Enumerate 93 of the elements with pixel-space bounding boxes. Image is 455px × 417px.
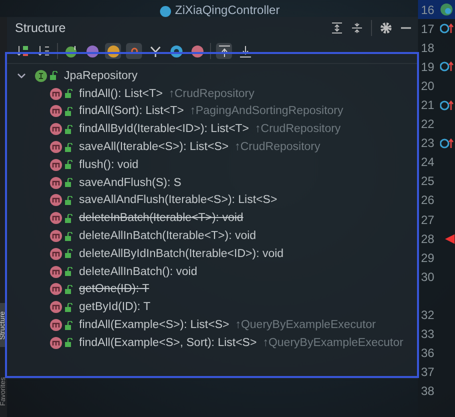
method-icon	[50, 319, 62, 332]
override-icon[interactable]	[440, 138, 454, 149]
line-number: 23	[421, 136, 436, 150]
method-icon	[50, 105, 62, 118]
method-icon	[50, 230, 62, 242]
inherited-from: ↑QueryByExampleExecutor	[235, 319, 376, 332]
leaf-icon[interactable]	[440, 3, 453, 16]
method-icon	[50, 301, 62, 314]
line-number: 37	[421, 365, 436, 380]
method-icon	[50, 123, 62, 136]
method-signature[interactable]: deleteAllInBatch(): void	[79, 266, 198, 278]
method-signature[interactable]: saveAndFlush(S): S	[79, 176, 182, 189]
lock-icon	[65, 142, 73, 152]
inherited-circle-icon[interactable]	[63, 43, 79, 59]
line-number: 38	[421, 384, 436, 398]
marker-icon[interactable]	[445, 234, 455, 244]
method-signature[interactable]: findAll(Example<S>): List<S>	[79, 319, 230, 332]
lock-icon	[65, 232, 73, 241]
method-signature[interactable]: deleteAllByIdInBatch(Iterable<ID>): void	[79, 248, 284, 260]
lock-icon	[65, 106, 73, 116]
method-icon	[50, 212, 62, 224]
lock-icon	[65, 338, 73, 348]
method-icon	[50, 88, 62, 100]
lock-icon	[65, 249, 73, 258]
lock-icon	[65, 284, 73, 294]
sort-visibility-icon[interactable]	[15, 43, 31, 59]
method-signature[interactable]: findAllById(Iterable<ID>): List<T>	[79, 123, 250, 136]
tree-item[interactable]: JpaRepository	[64, 70, 138, 82]
method-icon	[50, 336, 62, 349]
settings-icon[interactable]	[380, 22, 392, 34]
chevron-icon[interactable]	[17, 71, 26, 80]
lock-icon	[65, 196, 73, 205]
inherited-from: ↑CrudRepository	[168, 88, 254, 100]
lock-icon	[65, 178, 73, 188]
interface-icon	[35, 70, 47, 82]
line-number: 19	[421, 60, 436, 74]
method-icon	[50, 176, 62, 189]
inherited-from: ↑PagingAndSortingRepository	[190, 105, 344, 118]
method-signature[interactable]: getOne(ID): T	[79, 283, 150, 296]
panel-title: Structure	[15, 21, 67, 35]
method-signature[interactable]: flush(): void	[79, 158, 138, 171]
override-icon[interactable]	[440, 61, 454, 72]
collapse-icon[interactable]	[351, 22, 363, 34]
line-number: 24	[421, 155, 436, 170]
inherited-from: ↑CrudRepository	[234, 141, 320, 154]
lock-icon	[65, 160, 73, 170]
method-signature[interactable]: deleteAllInBatch(Iterable<T>): void	[79, 230, 256, 242]
method-signature[interactable]: findAll(Sort): List<T>	[79, 105, 184, 118]
line-number: 28	[421, 232, 436, 246]
method-signature[interactable]: findAll(Example<S>, Sort): List<S>	[79, 336, 257, 349]
lock-icon	[65, 267, 73, 276]
line-number: 22	[421, 117, 436, 132]
line-number: 18	[421, 40, 436, 55]
method-icon	[50, 248, 62, 260]
lock-icon	[65, 302, 73, 312]
method-signature[interactable]: deleteInBatch(Iterable<T>): void	[79, 212, 244, 224]
line-number: 27	[421, 212, 436, 227]
method-icon	[50, 141, 62, 154]
line-number: 26	[421, 193, 436, 208]
method-icon	[50, 266, 62, 278]
inherited-from: ↑QueryByExampleExecutor	[262, 336, 404, 349]
lock-icon	[50, 71, 58, 80]
lambda-icon[interactable]	[189, 43, 205, 59]
method-icon	[50, 283, 62, 296]
lock-icon	[65, 214, 73, 223]
method-signature[interactable]: saveAll(Iterable<S>): List<S>	[79, 141, 229, 154]
expand-icon[interactable]	[331, 22, 343, 34]
method-signature[interactable]: findAll(): List<T>	[79, 88, 163, 100]
line-number: 21	[421, 98, 436, 112]
line-number: 33	[421, 327, 436, 342]
lock-icon	[65, 124, 73, 134]
method-icon	[50, 158, 62, 171]
line-number: 17	[421, 22, 436, 36]
ring-icon[interactable]	[168, 43, 184, 59]
line-number: 20	[421, 78, 436, 93]
line-number: 16	[421, 2, 436, 17]
property-icon[interactable]	[84, 43, 100, 59]
lock-icon	[65, 89, 73, 98]
override-icon[interactable]	[440, 23, 454, 34]
line-number: 25	[421, 174, 436, 188]
class-icon	[160, 6, 171, 17]
method-signature[interactable]: saveAllAndFlush(Iterable<S>): List<S>	[79, 194, 278, 206]
class-name: ZiXiaQingController	[175, 3, 280, 17]
method-signature[interactable]: getById(ID): T	[79, 301, 150, 314]
line-number: 29	[421, 250, 436, 265]
inherited-from: ↑CrudRepository	[255, 123, 341, 136]
lock-icon	[65, 320, 73, 330]
line-number: 36	[421, 346, 436, 360]
collapse-all-icon[interactable]	[237, 43, 253, 59]
override-icon[interactable]	[440, 100, 454, 111]
method-icon	[50, 194, 62, 206]
line-number: 30	[421, 270, 436, 284]
line-number: 32	[421, 308, 436, 322]
